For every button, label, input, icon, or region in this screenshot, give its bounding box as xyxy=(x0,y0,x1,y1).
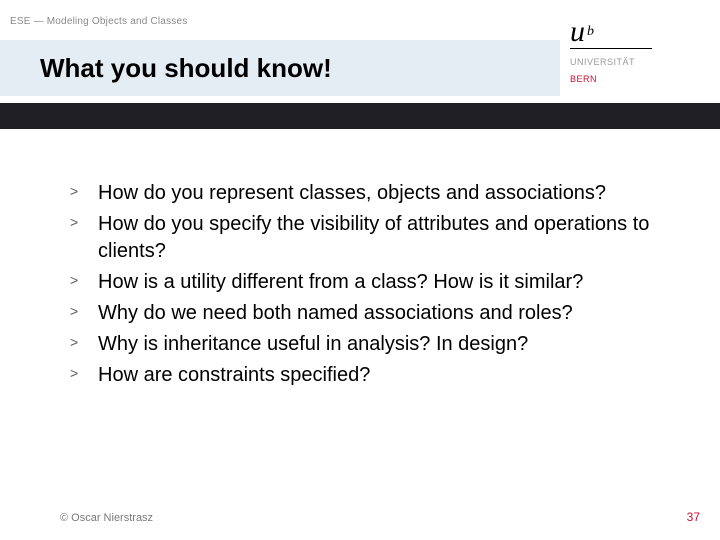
logo-divider xyxy=(570,48,652,49)
slide: ESE — Modeling Objects and Classes What … xyxy=(0,0,720,540)
dark-band xyxy=(0,103,720,129)
bullet-list: How do you represent classes, objects an… xyxy=(70,180,670,393)
page-number: 37 xyxy=(687,510,700,524)
university-logo: ub UNIVERSITÄT BERN xyxy=(570,22,660,87)
breadcrumb: ESE — Modeling Objects and Classes xyxy=(10,16,187,27)
list-item: How do you represent classes, objects an… xyxy=(70,180,670,207)
logo-university-word: UNIVERSITÄT xyxy=(570,57,635,67)
list-item: Why is inheritance useful in analysis? I… xyxy=(70,331,670,358)
list-item: Why do we need both named associations a… xyxy=(70,300,670,327)
footer-copyright: © Oscar Nierstrasz xyxy=(60,512,153,524)
logo-b-glyph: b xyxy=(587,24,594,39)
slide-title: What you should know! xyxy=(40,53,332,84)
list-item: How is a utility different from a class?… xyxy=(70,269,670,296)
logo-u-glyph: u xyxy=(570,22,585,42)
logo-bern-word: BERN xyxy=(570,74,597,84)
title-band: What you should know! xyxy=(0,40,560,96)
list-item: How are constraints specified? xyxy=(70,362,670,389)
list-item: How do you specify the visibility of att… xyxy=(70,211,670,265)
